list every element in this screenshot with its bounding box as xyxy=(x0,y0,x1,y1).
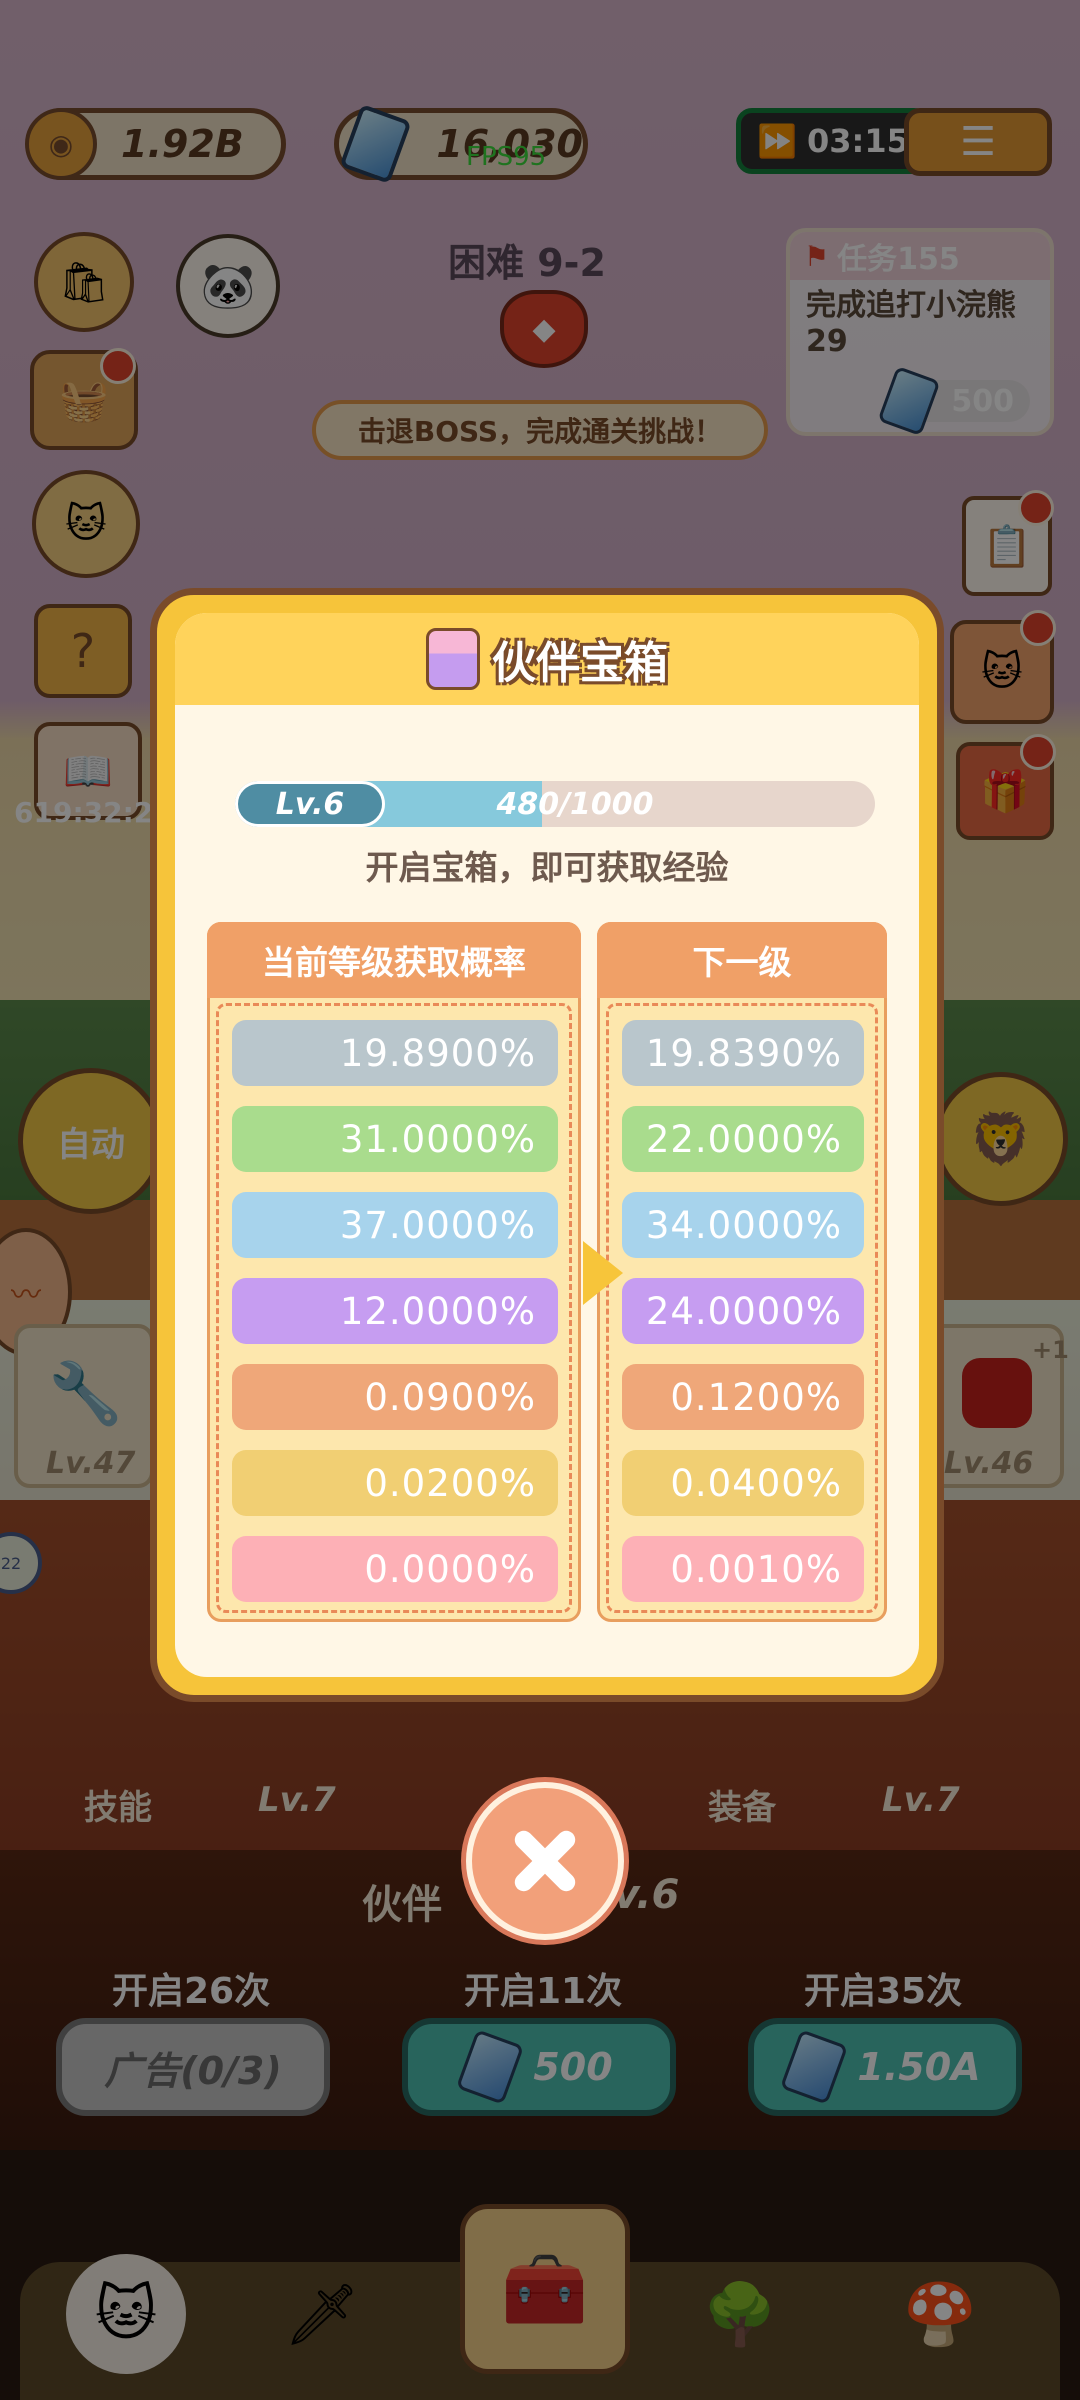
next-rate-cell: 19.8390% xyxy=(622,1020,864,1086)
dialog-description: 开启宝箱，即可获取经验 xyxy=(365,848,729,887)
next-rates-column: 下一级 19.8390% 22.0000% 34.0000% 24.0000% 0.12… xyxy=(597,922,887,1622)
dialog-title: 伙伴宝箱 xyxy=(175,613,919,705)
current-rate-cell: 0.0000% xyxy=(232,1536,558,1602)
current-rate-cell: 19.8900% xyxy=(232,1020,558,1086)
partner-chest-dialog: 伙伴宝箱 Lv.6 480/1000 开启宝箱，即可获取经验 当前等级获取概率 … xyxy=(150,588,944,1702)
current-rate-cell: 0.0900% xyxy=(232,1364,558,1430)
arrow-right-icon xyxy=(583,1241,623,1305)
progress-text: 480/1000 xyxy=(496,786,654,822)
next-rate-cell: 34.0000% xyxy=(622,1192,864,1258)
next-rate-cell: 0.0400% xyxy=(622,1450,864,1516)
level-progress-bar: Lv.6 480/1000 xyxy=(235,781,875,827)
current-rate-cell: 0.0200% xyxy=(232,1450,558,1516)
next-rates-header: 下一级 xyxy=(597,922,887,998)
current-rate-cell: 31.0000% xyxy=(232,1106,558,1172)
current-rates-column: 当前等级获取概率 19.8900% 31.0000% 37.0000% 12.0000… xyxy=(207,922,581,1622)
next-rate-cell: 0.0010% xyxy=(622,1536,864,1602)
current-rates-header: 当前等级获取概率 xyxy=(207,922,581,998)
current-rate-cell: 37.0000% xyxy=(232,1192,558,1258)
dialog-body: 伙伴宝箱 Lv.6 480/1000 开启宝箱，即可获取经验 当前等级获取概率 … xyxy=(175,613,919,1677)
next-rate-cell: 22.0000% xyxy=(622,1106,864,1172)
partner-box-icon xyxy=(426,628,480,690)
current-rate-cell: 12.0000% xyxy=(232,1278,558,1344)
close-button[interactable] xyxy=(466,1782,624,1940)
next-rate-cell: 24.0000% xyxy=(622,1278,864,1344)
next-rate-cell: 0.1200% xyxy=(622,1364,864,1430)
dialog-title-text: 伙伴宝箱 xyxy=(492,638,668,689)
level-badge: Lv.6 xyxy=(235,781,385,827)
